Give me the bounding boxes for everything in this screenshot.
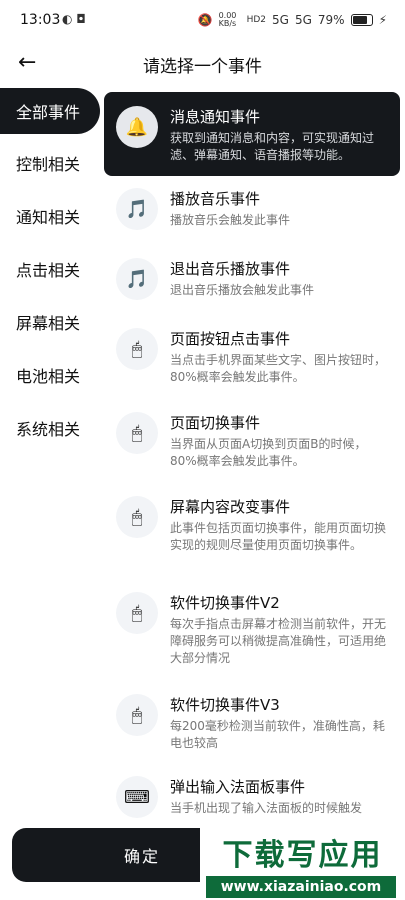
page-title: 请选择一个事件 — [143, 57, 262, 77]
event-desc: 每次手指点击屏幕才检测当前软件，开无障碍服务可以稍微提高准确性，可适用绝大部分情… — [170, 617, 387, 665]
status-time: 13:03 — [20, 12, 61, 28]
hd-indicator: HD2 — [246, 15, 267, 25]
sidebar-item-label: 点击相关 — [16, 261, 81, 280]
sidebar-item-label: 系统相关 — [16, 420, 81, 439]
event-name: 退出音乐播放事件 — [170, 260, 291, 278]
sidebar-item-label: 电池相关 — [16, 367, 81, 386]
mouse-icon: 🖱 — [116, 412, 158, 454]
mute-icon: 🔕 — [197, 13, 213, 27]
event-card-page-switch[interactable]: 🖱 页面切换事件 当界面从页面A切换到页面B的时候，80%概率会触发此事件。 — [104, 412, 400, 484]
event-desc: 当点击手机界面某些文字、图片按钮时，80%概率会触发此事件。 — [170, 353, 387, 384]
event-card-button-click[interactable]: 🖱 页面按钮点击事件 当点击手机界面某些文字、图片按钮时，80%概率会触发此事件… — [104, 328, 400, 400]
music-note-icon: 🎵 — [116, 188, 158, 230]
event-desc: 此事件包括页面切换事件，能用页面切换实现的规则尽量使用页面切换事件。 — [170, 521, 387, 552]
sidebar-item-all[interactable]: 全部事件 — [0, 88, 100, 134]
sidebar-item-battery[interactable]: 电池相关 — [0, 351, 100, 399]
sidebar-item-notification[interactable]: 通知相关 — [0, 192, 100, 240]
charging-icon: ⚡ — [378, 13, 387, 27]
sidebar-item-label: 通知相关 — [16, 208, 81, 227]
sidebar-item-click[interactable]: 点击相关 — [0, 245, 100, 293]
keyboard-icon: ⌨ — [116, 776, 158, 818]
net-speed: 0.00 KB/s — [218, 11, 237, 28]
sidebar-item-label: 全部事件 — [16, 103, 81, 122]
event-name: 消息通知事件 — [170, 108, 261, 126]
battery-icon — [350, 14, 373, 26]
sidebar-item-label: 控制相关 — [16, 155, 81, 174]
event-name: 弹出输入法面板事件 — [170, 778, 306, 796]
signal-5g-1: 5G — [272, 13, 289, 27]
event-card-message-notification[interactable]: 🔔 消息通知事件 获取到通知消息和内容，可实现通知过滤、弹幕通知、语音播报等功能… — [104, 92, 400, 176]
site-watermark: 下载写应用 www.xiazainiao.com — [200, 826, 405, 900]
mouse-icon: 🖱 — [116, 328, 158, 370]
event-desc: 播放音乐会触发此事件 — [170, 213, 291, 227]
watermark-url: www.xiazainiao.com — [206, 876, 396, 898]
music-note-icon: 🎵 — [116, 258, 158, 300]
bell-icon: 🔔 — [116, 106, 158, 148]
event-card-play-music[interactable]: 🎵 播放音乐事件 播放音乐会触发此事件 — [104, 188, 400, 246]
watermark-logo-text: 下载写应用 — [222, 838, 383, 873]
status-right: 🔕 0.00 KB/s HD2 5G 5G 79% ⚡ — [198, 12, 387, 28]
header: ← 请选择一个事件 — [0, 42, 405, 86]
event-name: 软件切换事件V3 — [170, 696, 280, 714]
event-name: 页面按钮点击事件 — [170, 330, 291, 348]
sidebar-item-system[interactable]: 系统相关 — [0, 404, 100, 452]
status-bar: 13:03 ◐ ◘ 🔕 0.00 KB/s HD2 5G 5G 79% ⚡ — [0, 0, 405, 42]
event-card-app-switch-v2[interactable]: 🖱 软件切换事件V2 每次手指点击屏幕才检测当前软件，开无障碍服务可以稍微提高准… — [104, 592, 400, 686]
event-card-input-method[interactable]: ⌨ 弹出输入法面板事件 当手机出现了输入法面板的时候触发 — [104, 776, 400, 824]
event-desc: 退出音乐播放会触发此事件 — [170, 283, 315, 297]
sidebar-item-control[interactable]: 控制相关 — [0, 139, 100, 187]
notification-icons: ◐ ◘ — [62, 12, 86, 26]
signal-5g-2: 5G — [294, 13, 312, 27]
event-card-screen-content-change[interactable]: 🖱 屏幕内容改变事件 此事件包括页面切换事件，能用页面切换实现的规则尽量使用页面… — [104, 496, 400, 584]
sidebar-item-label: 屏幕相关 — [16, 314, 81, 333]
event-desc: 当手机出现了输入法面板的时候触发 — [170, 801, 363, 815]
event-name: 页面切换事件 — [170, 414, 261, 432]
event-list: 🔔 消息通知事件 获取到通知消息和内容，可实现通知过滤、弹幕通知、语音播报等功能… — [104, 92, 400, 824]
event-name: 播放音乐事件 — [170, 190, 261, 208]
event-card-app-switch-v3[interactable]: 🖱 软件切换事件V3 每200毫秒检测当前软件，准确性高，耗电也较高 — [104, 694, 400, 766]
event-desc: 获取到通知消息和内容，可实现通知过滤、弹幕通知、语音播报等功能。 — [170, 131, 375, 162]
mouse-icon: 🖱 — [116, 592, 158, 634]
event-name: 屏幕内容改变事件 — [170, 498, 291, 516]
event-desc: 当界面从页面A切换到页面B的时候，80%概率会触发此事件。 — [170, 437, 367, 468]
sidebar-item-screen[interactable]: 屏幕相关 — [0, 298, 100, 346]
event-card-exit-music[interactable]: 🎵 退出音乐播放事件 退出音乐播放会触发此事件 — [104, 258, 400, 316]
mouse-icon: 🖱 — [116, 694, 158, 736]
confirm-label: 确定 — [123, 847, 160, 866]
category-sidebar: 全部事件 控制相关 通知相关 点击相关 屏幕相关 电池相关 系统相关 — [0, 88, 100, 457]
event-name: 软件切换事件V2 — [170, 594, 280, 612]
mouse-icon: 🖱 — [116, 496, 158, 538]
event-desc: 每200毫秒检测当前软件，准确性高，耗电也较高 — [170, 719, 385, 750]
battery-percent: 79% — [317, 13, 345, 27]
